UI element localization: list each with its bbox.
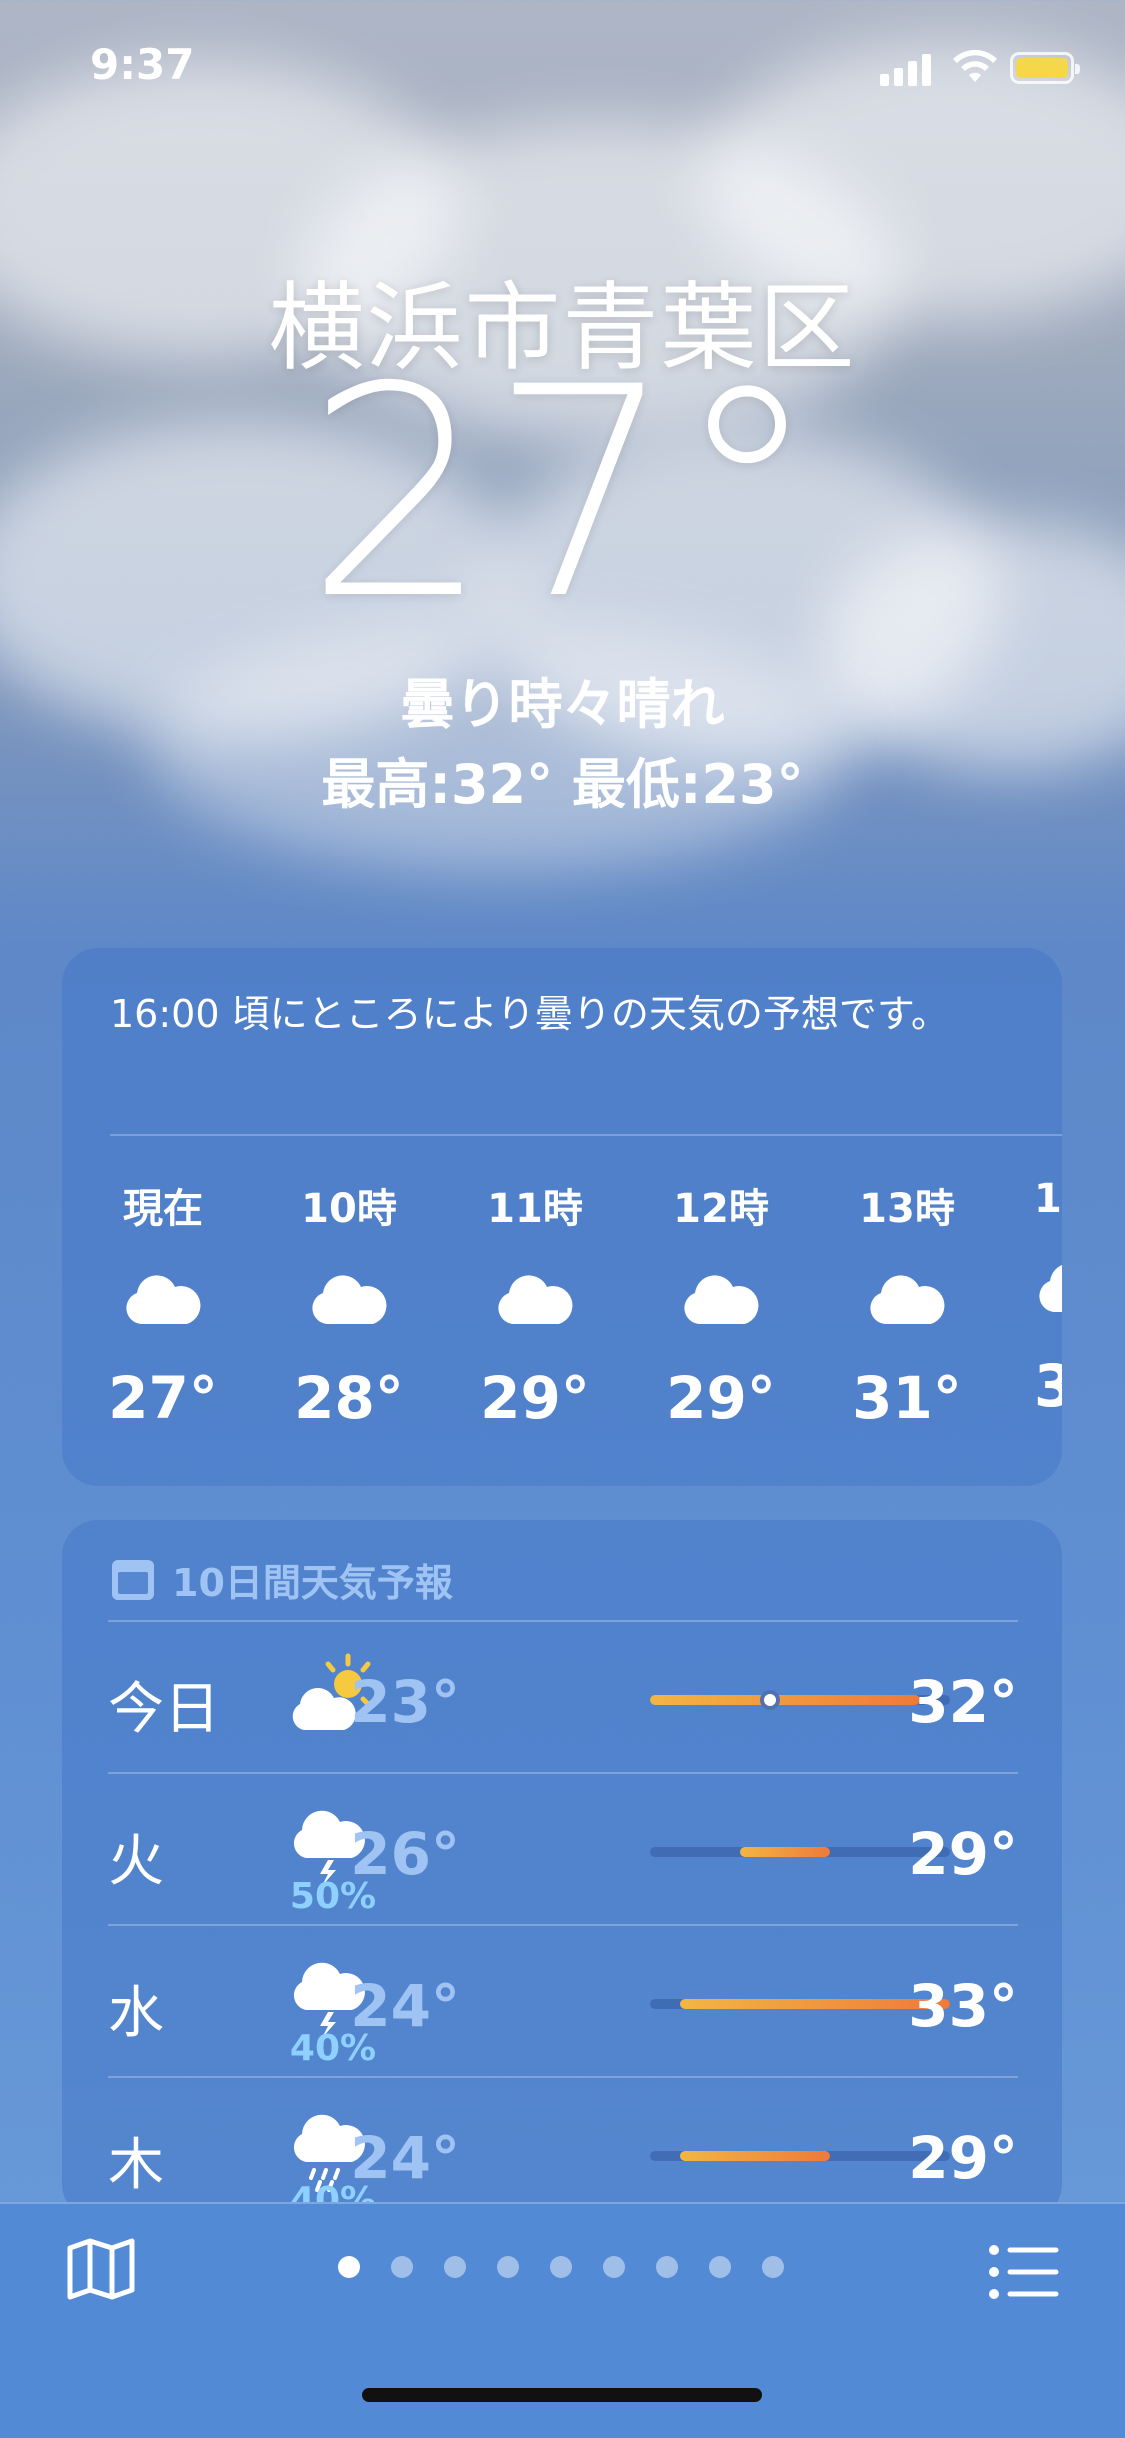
- cloud-icon: [495, 1274, 575, 1326]
- divider: [110, 1134, 1062, 1136]
- page-dot[interactable]: [338, 2256, 360, 2278]
- hour-temp: 29°: [480, 1364, 590, 1432]
- hour-label: 12時: [673, 1186, 769, 1232]
- forecast-row[interactable]: 今日 23° 32°: [108, 1622, 1018, 1772]
- hour-temp: 28°: [294, 1364, 404, 1432]
- page-dot[interactable]: [550, 2256, 572, 2278]
- forecast-row[interactable]: 火 50% 26° 29°: [108, 1774, 1018, 1924]
- wifi-icon: [953, 49, 997, 82]
- page-dot[interactable]: [709, 2256, 731, 2278]
- forecast-low: 26°: [350, 1820, 460, 1888]
- forecast-low: 24°: [350, 2124, 460, 2192]
- forecast-day: 木: [108, 2133, 164, 2198]
- hour-item[interactable]: 10時 28°: [284, 1176, 414, 1432]
- forecast-day: 今日: [108, 1677, 220, 1742]
- current-temp-marker: [760, 1690, 780, 1710]
- battery-icon: [1010, 52, 1080, 84]
- hour-label: 11時: [487, 1186, 583, 1232]
- forecast-header-label: 10日間天気予報: [172, 1561, 453, 1605]
- hour-temp: 31°: [852, 1364, 962, 1432]
- page-dot[interactable]: [656, 2256, 678, 2278]
- forecast-day: 水: [108, 1981, 164, 2046]
- forecast-high: 33°: [908, 1972, 1018, 2040]
- list-icon[interactable]: [988, 2244, 1060, 2300]
- forecast-low: 23°: [350, 1668, 460, 1736]
- hour-item[interactable]: 11時 29°: [470, 1176, 600, 1432]
- hour-label: 現在: [123, 1186, 203, 1232]
- forecast-high: 29°: [908, 1820, 1018, 1888]
- cloud-icon: [867, 1274, 947, 1326]
- high-low: 最高:32° 最低:23°: [321, 753, 804, 816]
- current-condition: 曇り時々晴れ: [400, 673, 725, 736]
- cloud-icon: [123, 1274, 203, 1326]
- hour-label: 13時: [859, 1186, 955, 1232]
- hour-temp: 27°: [108, 1364, 218, 1432]
- calendar-icon: [112, 1559, 154, 1600]
- map-icon[interactable]: [66, 2238, 136, 2300]
- status-time: 9:37: [90, 40, 195, 89]
- forecast-header: 10日間天気予報: [112, 1552, 453, 1607]
- page-dot[interactable]: [762, 2256, 784, 2278]
- forecast-row[interactable]: 木 40% 24° 29°: [108, 2078, 1018, 2220]
- current-temperature: 27°: [305, 326, 820, 663]
- page-indicator[interactable]: [338, 2256, 815, 2278]
- cellular-signal-icon: [880, 52, 936, 86]
- cloud-icon: [681, 1274, 761, 1326]
- page-dot[interactable]: [497, 2256, 519, 2278]
- home-indicator: [362, 2388, 762, 2402]
- temp-range-fill: [740, 1847, 830, 1857]
- status-bar: 9:37: [0, 0, 1125, 140]
- hour-label: 10時: [301, 1186, 397, 1232]
- hour-item[interactable]: 12時 29°: [656, 1176, 786, 1432]
- hourly-forecast-card[interactable]: 16:00 頃にところにより曇りの天気の予想です。 現在 27° 10時 28°…: [62, 948, 1062, 1486]
- cloud-icon: [1036, 1262, 1062, 1314]
- hour-item[interactable]: 現在 27°: [98, 1176, 228, 1432]
- page-dot[interactable]: [391, 2256, 413, 2278]
- hour-item[interactable]: 13時 31°: [842, 1176, 972, 1432]
- forecast-high: 29°: [908, 2124, 1018, 2192]
- forecast-row[interactable]: 水 40% 24° 33°: [108, 1926, 1018, 2076]
- temp-range-fill: [680, 2151, 830, 2161]
- forecast-low: 24°: [350, 1972, 460, 2040]
- hour-item[interactable]: 1 3: [1028, 1176, 1062, 1420]
- hourly-summary: 16:00 頃にところにより曇りの天気の予想です。: [110, 992, 950, 1036]
- bottom-toolbar: [0, 2202, 1125, 2438]
- forecast-high: 32°: [908, 1668, 1018, 1736]
- hour-temp: 3: [1034, 1352, 1062, 1420]
- cloud-icon: [309, 1274, 389, 1326]
- ten-day-forecast-card[interactable]: 10日間天気予報 今日 23° 32° 火 50% 26° 29° 水 40% …: [62, 1520, 1062, 2220]
- forecast-day: 火: [108, 1829, 164, 1894]
- hour-temp: 29°: [666, 1364, 776, 1432]
- page-dot[interactable]: [444, 2256, 466, 2278]
- hour-label: 1: [1034, 1176, 1062, 1222]
- page-dot[interactable]: [603, 2256, 625, 2278]
